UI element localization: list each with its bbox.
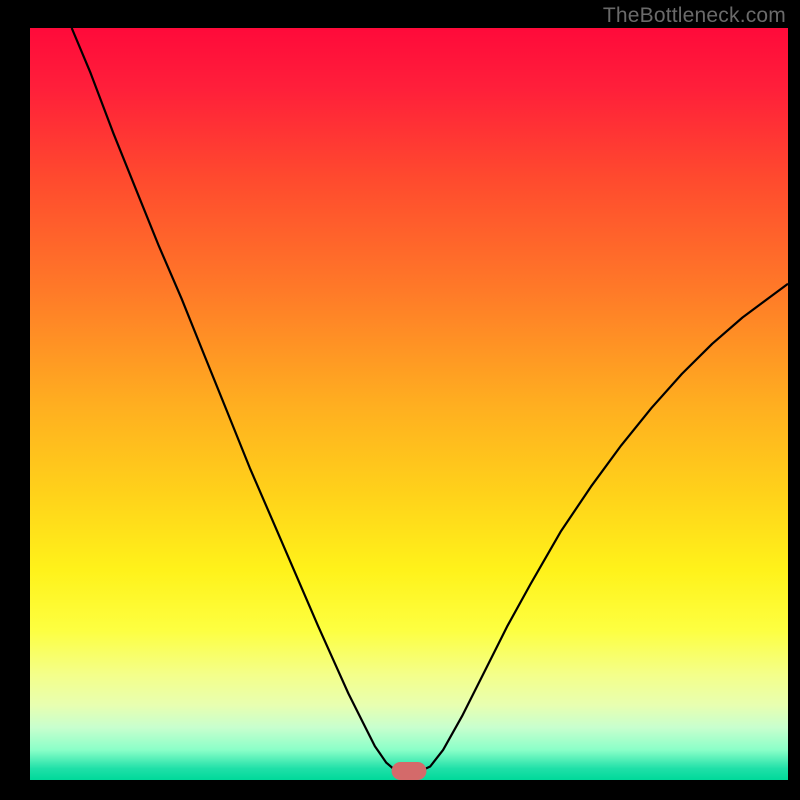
chart-frame: { "watermark": "TheBottleneck.com", "cha… xyxy=(0,0,800,800)
plot-background xyxy=(30,28,788,780)
optimal-marker xyxy=(392,762,427,780)
bottleneck-chart xyxy=(0,0,800,800)
watermark-text: TheBottleneck.com xyxy=(603,4,786,28)
